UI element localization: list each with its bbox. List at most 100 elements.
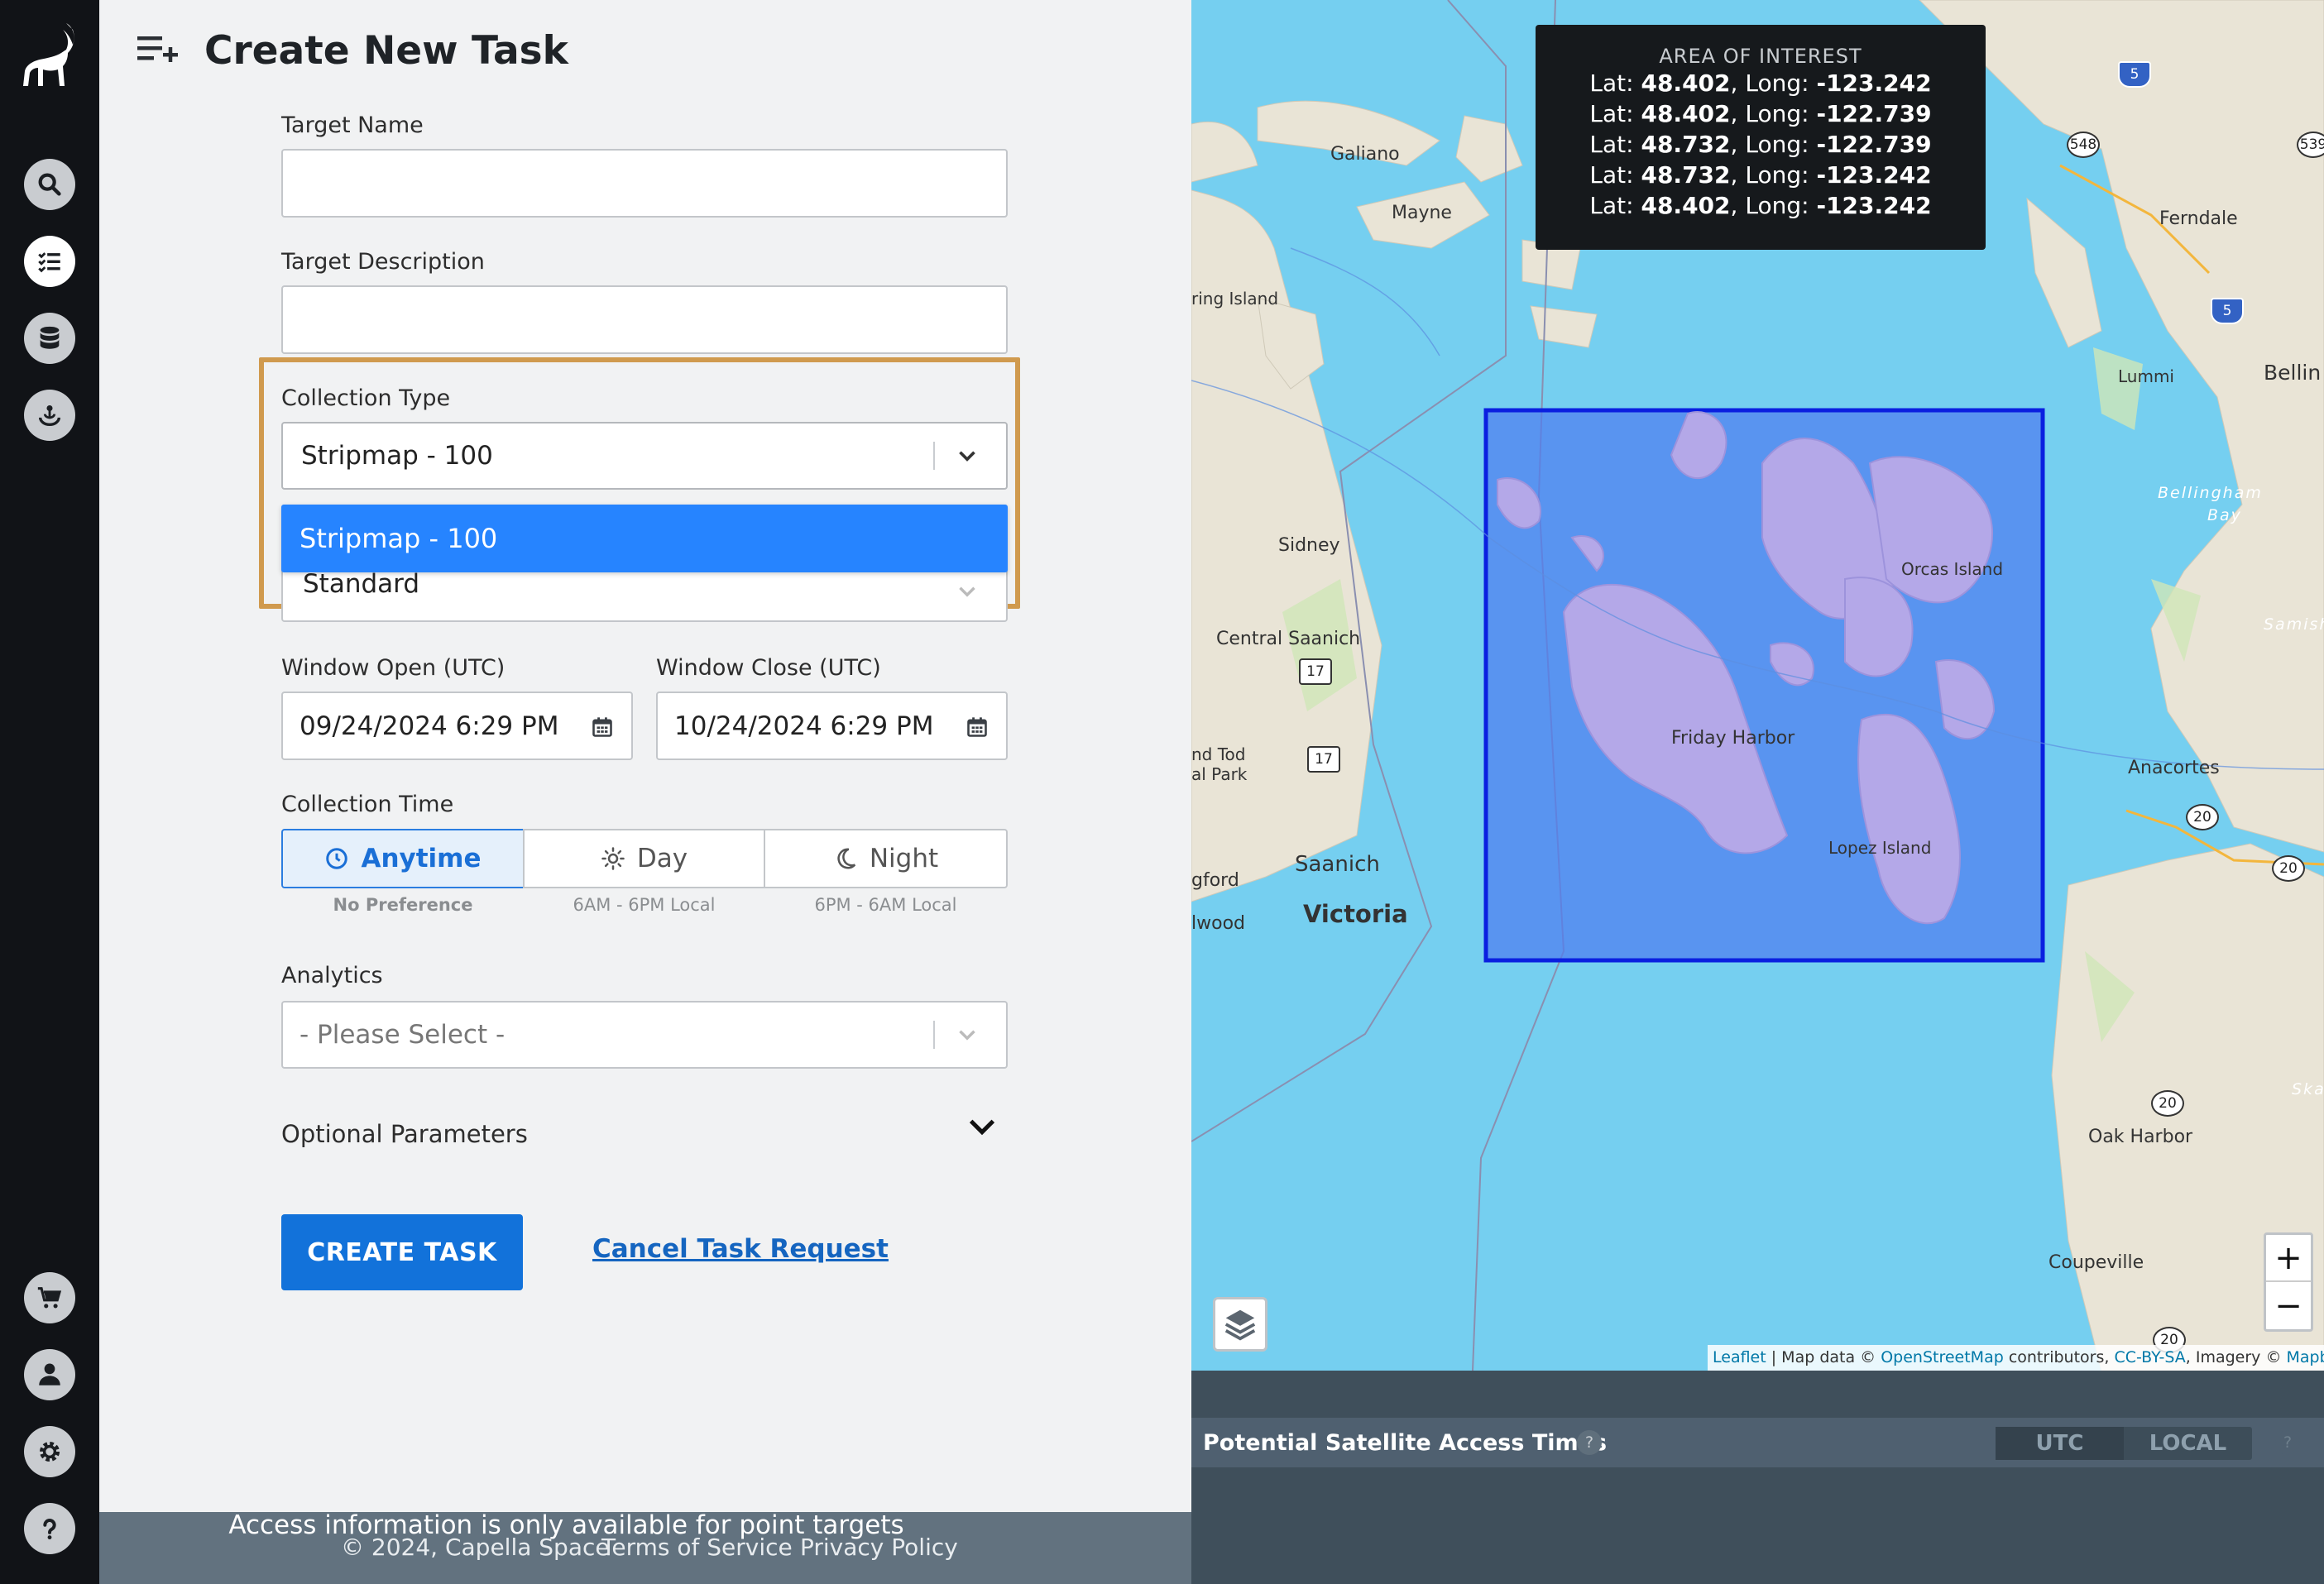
aoi-point: Lat: 48.732, Long: -123.242	[1589, 161, 1932, 189]
aoi-point: Lat: 48.402, Long: -122.739	[1589, 100, 1932, 127]
satellite-dish-nav-button[interactable]	[24, 390, 75, 441]
collection-time-day[interactable]: Day	[523, 829, 765, 888]
optional-parameters-toggle[interactable]: Optional Parameters	[281, 1120, 528, 1148]
chevron-down-icon	[959, 586, 975, 597]
chevron-down-icon[interactable]	[953, 1021, 981, 1049]
water-bellingham-bay: Bellingham	[2158, 484, 2263, 502]
water-skag: Skag	[2292, 1080, 2324, 1098]
cancel-task-link[interactable]: Cancel Task Request	[592, 1234, 889, 1264]
long-label: Long:	[1745, 131, 1809, 158]
database-icon	[40, 326, 60, 349]
leaflet-link[interactable]: Leaflet	[1713, 1348, 1766, 1366]
calendar-icon[interactable]	[966, 715, 989, 739]
route-shield-20: 20	[2272, 855, 2305, 882]
lat-label: Lat:	[1589, 69, 1634, 97]
tz-local[interactable]: LOCAL	[2124, 1427, 2252, 1460]
database-nav-button[interactable]	[24, 313, 75, 364]
place-tod: nd Tod	[1191, 744, 1246, 764]
aoi-title: AREA OF INTEREST	[1659, 45, 1862, 68]
tz-utc[interactable]: UTC	[1996, 1427, 2124, 1460]
cart-nav-button[interactable]	[24, 1272, 75, 1323]
window-close-value: 10/24/2024 6:29 PM	[674, 711, 934, 741]
place-anacortes: Anacortes	[2128, 758, 2220, 778]
task-list-icon	[38, 252, 60, 273]
mapbox-link[interactable]: Mapbox	[2287, 1348, 2324, 1366]
timezone-toggle[interactable]: UTC LOCAL	[1996, 1427, 2252, 1460]
sun-icon	[601, 847, 625, 870]
cc-by-sa-link[interactable]: CC-BY-SA	[2114, 1348, 2185, 1366]
help-icon[interactable]: ?	[1577, 1430, 1602, 1455]
collection-type-option-highlighted[interactable]: Stripmap - 100	[281, 505, 1008, 572]
aoi-point: Lat: 48.402, Long: -123.242	[1589, 69, 1932, 97]
collection-type-select[interactable]: Stripmap - 100	[281, 422, 1008, 490]
place-ring-island: ring Island	[1191, 289, 1279, 309]
settings-nav-button[interactable]	[24, 1426, 75, 1477]
map-attribution: Leaflet | Map data © OpenStreetMap contr…	[1708, 1345, 2324, 1371]
target-name-input[interactable]	[281, 149, 1008, 218]
analytics-select[interactable]: - Please Select -	[281, 1001, 1008, 1069]
zoom-control: + −	[2264, 1232, 2313, 1332]
aoi-point: Lat: 48.732, Long: -122.739	[1589, 131, 1932, 158]
place-galiano: Galiano	[1330, 144, 1400, 165]
collection-time-label: Collection Time	[281, 792, 454, 817]
route-shield-17: 17	[1307, 746, 1340, 773]
long-label: Long:	[1745, 100, 1809, 127]
lat-label: Lat:	[1589, 100, 1634, 127]
analytics-label: Analytics	[281, 963, 383, 988]
collection-type-value: Stripmap - 100	[301, 441, 493, 471]
select-separator	[933, 1021, 935, 1049]
aoi-long: -123.242	[1816, 69, 1932, 97]
water-samish: Samish	[2264, 615, 2324, 634]
window-open-input[interactable]: 09/24/2024 6:29 PM	[281, 692, 633, 760]
aoi-lat: 48.732	[1641, 131, 1731, 158]
search-icon	[38, 173, 61, 196]
standard-value: Standard	[303, 571, 420, 599]
water-bay: Bay	[2207, 506, 2242, 524]
account-nav-button[interactable]	[24, 1349, 75, 1400]
user-icon	[39, 1363, 60, 1385]
moon-icon	[837, 848, 856, 869]
aoi-lat: 48.402	[1641, 100, 1731, 127]
layers-button[interactable]	[1213, 1297, 1267, 1352]
create-task-button[interactable]: CREATE TASK	[281, 1214, 523, 1290]
night-label: Night	[869, 844, 939, 873]
interstate-shield-5: 5	[2211, 298, 2244, 324]
help-icon[interactable]: ?	[2275, 1430, 2300, 1455]
standard-select-partial[interactable]: Standard	[281, 571, 1008, 622]
chevron-down-icon[interactable]	[953, 442, 981, 470]
place-gford: gford	[1191, 870, 1239, 891]
chevron-down-icon[interactable]	[965, 1110, 999, 1143]
window-open-label: Window Open (UTC)	[281, 655, 506, 681]
night-sublabel: 6PM - 6AM Local	[814, 895, 957, 915]
route-shield-20: 20	[2186, 804, 2219, 830]
place-mayne: Mayne	[1392, 203, 1452, 223]
attribution-text: , Imagery ©	[2185, 1348, 2287, 1366]
capella-ibex-logo[interactable]	[15, 20, 84, 111]
area-of-interest-panel: AREA OF INTEREST Lat: 48.402, Long: -123…	[1536, 25, 1986, 250]
zoom-out-button[interactable]: −	[2266, 1282, 2311, 1329]
attribution-text: contributors,	[2003, 1348, 2115, 1366]
window-close-input[interactable]: 10/24/2024 6:29 PM	[656, 692, 1008, 760]
collection-time-night[interactable]: Night	[764, 829, 1008, 888]
access-title: Potential Satellite Access Times	[1203, 1430, 1608, 1456]
zoom-in-button[interactable]: +	[2266, 1235, 2311, 1282]
calendar-icon[interactable]	[591, 715, 614, 739]
target-name-label: Target Name	[281, 112, 424, 138]
sidebar-nav	[0, 0, 99, 1584]
aoi-lat: 48.402	[1641, 69, 1731, 97]
place-ferndale: Ferndale	[2159, 208, 2238, 229]
search-nav-button[interactable]	[24, 159, 75, 210]
target-description-label: Target Description	[281, 249, 485, 275]
satellite-access-panel: Potential Satellite Access Times ? UTC L…	[1191, 1371, 2324, 1584]
collection-time-anytime[interactable]: Anytime	[281, 829, 525, 888]
access-message: Access information is only available for…	[228, 1510, 904, 1540]
option-label: Stripmap - 100	[299, 523, 498, 554]
long-label: Long:	[1745, 69, 1809, 97]
target-description-input[interactable]	[281, 285, 1008, 354]
task-form-panel	[99, 0, 1191, 1512]
place-coupeville: Coupeville	[2048, 1252, 2144, 1273]
lat-label: Lat:	[1589, 131, 1634, 158]
osm-link[interactable]: OpenStreetMap	[1881, 1348, 2004, 1366]
tasks-nav-button[interactable]	[24, 236, 75, 287]
attribution-text: | Map data ©	[1766, 1348, 1881, 1366]
